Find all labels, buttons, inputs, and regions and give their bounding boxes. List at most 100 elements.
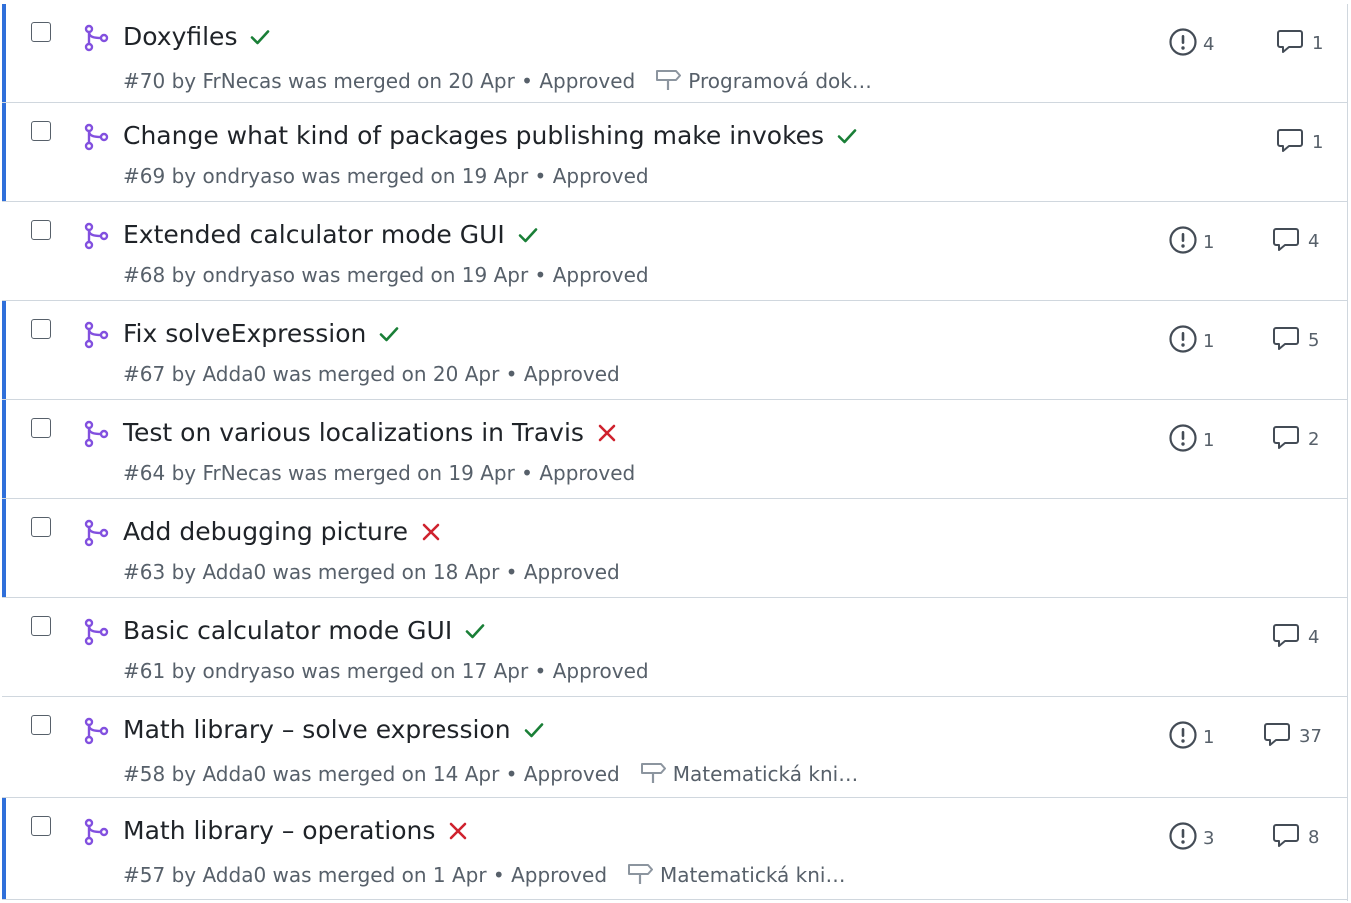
pull-request-row[interactable]: Math library – operations #57 by Adda0 wa… [2,798,1347,900]
pr-number: #68 [123,263,166,287]
pull-request-row[interactable]: Math library – solve expression #58 by Ad… [2,697,1347,798]
x-icon[interactable] [596,422,618,444]
review-status-link[interactable]: Approved [553,263,649,287]
comment-icon [1276,27,1304,60]
comments-link[interactable]: 37 [1263,720,1322,753]
issue-opened-icon [1168,324,1198,359]
pull-request-row[interactable]: Extended calculator mode GUI #68 by ondry… [2,202,1347,301]
pr-merged-info: by Adda0 was merged on 18 Apr [171,560,500,584]
select-checkbox[interactable] [31,816,51,836]
milestone-icon [655,65,688,96]
select-checkbox[interactable] [31,220,51,240]
pull-request-row[interactable]: Basic calculator mode GUI #61 by ondryaso… [2,598,1347,697]
linked-issues-link[interactable]: 1 [1168,423,1214,458]
pr-title-link[interactable]: Extended calculator mode GUI [123,220,505,249]
milestone-link[interactable]: Matematická kni… [640,758,858,789]
pr-merged-info: by Adda0 was merged on 14 Apr [171,761,500,786]
pull-request-row[interactable]: Change what kind of packages publishing … [2,103,1347,202]
milestone-link[interactable]: Programová dok… [655,65,872,96]
select-checkbox[interactable] [31,517,51,537]
git-merge-icon [82,24,110,52]
title-line: Doxyfiles [123,22,271,51]
pr-merged-info: by ondryaso was merged on 19 Apr [171,164,529,188]
pr-merged-info: by Adda0 was merged on 20 Apr [171,362,500,386]
pr-number: #70 [123,68,166,93]
linked-issues-link[interactable]: 1 [1168,720,1214,755]
check-icon[interactable] [378,323,400,345]
comments-count: 8 [1308,827,1320,848]
pull-request-row[interactable]: Add debugging picture #63 by Adda0 was me… [2,499,1347,598]
linked-issues-count: 1 [1203,727,1215,748]
pr-number: #58 [123,761,166,786]
title-line: Basic calculator mode GUI [123,616,486,645]
comment-icon [1272,423,1300,456]
pull-request-row[interactable]: Test on various localizations in Travis #… [2,400,1347,499]
check-icon[interactable] [836,125,858,147]
pr-title-link[interactable]: Fix solveExpression [123,319,366,348]
review-status-link[interactable]: Approved [511,863,607,887]
pr-merged-info: by Adda0 was merged on 1 Apr [171,862,487,887]
comments-link[interactable]: 8 [1272,821,1319,854]
issue-opened-icon [1168,225,1198,260]
milestone-link[interactable]: Matematická kni… [627,859,845,890]
comment-icon [1272,225,1300,258]
pull-request-row[interactable]: Doxyfiles #70 by FrNecas was merged on 20… [2,4,1347,103]
review-status-link[interactable]: Approved [524,560,620,584]
select-checkbox[interactable] [31,418,51,438]
pull-request-row[interactable]: Fix solveExpression #67 by Adda0 was merg… [2,301,1347,400]
comments-link[interactable]: 4 [1272,225,1319,258]
comments-count: 2 [1308,429,1320,450]
pr-meta: #57 by Adda0 was merged on 1 Apr • Appro… [123,859,845,890]
milestone-icon [640,758,673,789]
review-status-link[interactable]: Approved [553,164,649,188]
select-checkbox[interactable] [31,319,51,339]
select-checkbox[interactable] [31,715,51,735]
comment-icon [1272,324,1300,357]
check-icon[interactable] [517,224,539,246]
comments-count: 1 [1312,132,1324,153]
issue-opened-icon [1168,720,1198,755]
comments-count: 1 [1312,33,1324,54]
select-checkbox[interactable] [31,616,51,636]
milestone-label: Matematická kni… [660,862,846,887]
pr-title-link[interactable]: Change what kind of packages publishing … [123,121,824,150]
check-icon[interactable] [523,719,545,741]
pr-number: #63 [123,560,166,584]
select-checkbox[interactable] [31,22,51,42]
comments-count: 4 [1308,627,1320,648]
linked-issues-link[interactable]: 1 [1168,324,1214,359]
linked-issues-link[interactable]: 3 [1168,821,1214,856]
x-icon[interactable] [420,521,442,543]
review-status-link[interactable]: Approved [539,69,635,93]
pr-title-link[interactable]: Math library – solve expression [123,715,511,744]
pr-title-link[interactable]: Doxyfiles [123,22,237,51]
comments-link[interactable]: 5 [1272,324,1319,357]
comments-link[interactable]: 1 [1276,27,1323,60]
comment-icon [1272,821,1300,854]
linked-issues-count: 4 [1203,34,1215,55]
milestone-label: Matematická kni… [672,761,859,786]
review-status-link[interactable]: Approved [553,659,649,683]
linked-issues-link[interactable]: 4 [1168,27,1214,62]
check-icon[interactable] [249,26,271,48]
review-status-link[interactable]: Approved [524,362,620,386]
pr-title-link[interactable]: Test on various localizations in Travis [123,418,584,447]
pr-title-link[interactable]: Basic calculator mode GUI [123,616,452,645]
check-icon[interactable] [464,620,486,642]
comments-link[interactable]: 4 [1272,621,1319,654]
title-line: Fix solveExpression [123,319,400,348]
pr-title-link[interactable]: Math library – operations [123,816,435,845]
linked-issues-link[interactable]: 1 [1168,225,1214,260]
pr-merged-info: by FrNecas was merged on 20 Apr [171,68,515,93]
pr-title-link[interactable]: Add debugging picture [123,517,408,546]
comments-link[interactable]: 1 [1276,126,1323,159]
pr-merged-info: by FrNecas was merged on 19 Apr [171,461,515,485]
x-icon[interactable] [447,820,469,842]
review-status-link[interactable]: Approved [524,762,620,786]
linked-issues-count: 1 [1203,232,1215,253]
select-checkbox[interactable] [31,121,51,141]
review-status-link[interactable]: Approved [539,461,635,485]
comments-link[interactable]: 2 [1272,423,1319,456]
linked-issues-count: 1 [1203,331,1215,352]
issue-opened-icon [1168,27,1198,62]
